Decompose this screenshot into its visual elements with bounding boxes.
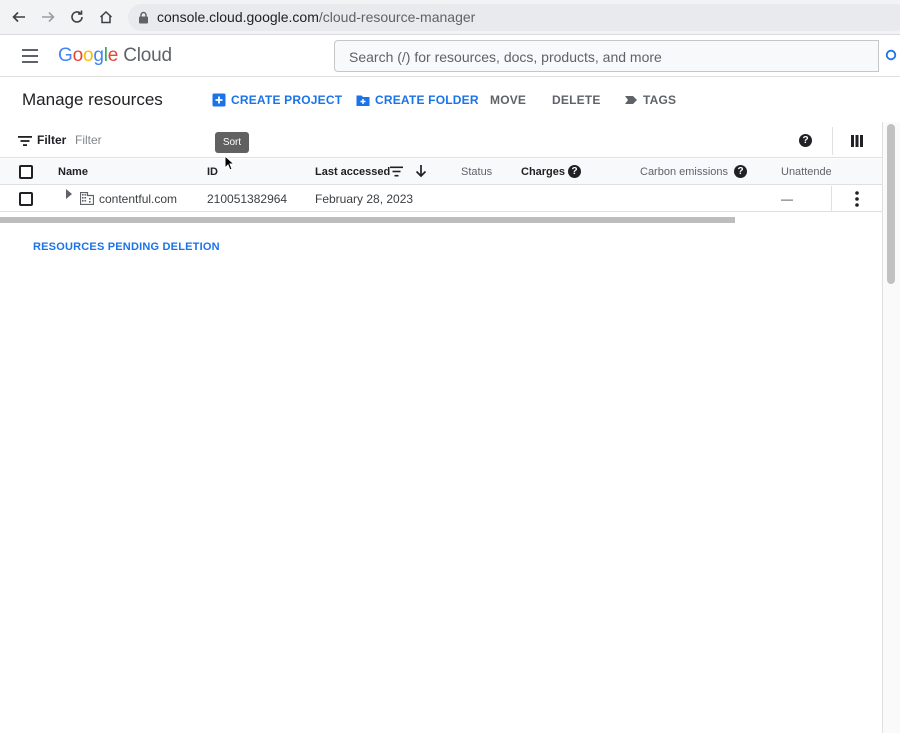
column-carbon-emissions[interactable]: Carbon emissions [640,166,728,178]
row-id: 210051382964 [207,192,288,206]
divider [832,127,833,155]
search-icon [885,49,896,61]
add-box-icon [212,93,226,107]
create-project-button[interactable]: CREATE PROJECT [212,92,342,108]
row-unattended: — [781,192,793,206]
column-unattended[interactable]: Unattende [781,166,831,178]
back-arrow-icon[interactable] [8,6,30,28]
hamburger-menu-icon[interactable] [20,48,40,64]
row-checkbox[interactable] [19,192,33,206]
home-icon[interactable] [95,6,117,28]
carbon-help-icon[interactable]: ? [734,165,747,178]
search-button[interactable] [878,40,900,72]
row-name[interactable]: contentful.com [99,192,177,206]
url-path: /cloud-resource-manager [318,9,476,25]
column-name[interactable]: Name [58,166,88,178]
table-header: Name ID Last accessed Status Charges ? C… [0,159,882,185]
arrow-down-icon[interactable] [415,164,427,178]
row-last-accessed: February 28, 2023 [315,192,414,206]
sort-tooltip: Sort [215,132,249,153]
organization-icon [80,192,94,205]
column-display-icon[interactable] [850,134,864,148]
logo-cloud: Cloud [123,45,172,66]
browser-toolbar: console.cloud.google.com/cloud-resource-… [0,0,900,35]
delete-label: DELETE [552,93,601,107]
help-icon[interactable]: ? [799,134,812,147]
tags-button[interactable]: TAGS [624,92,676,108]
mouse-cursor-icon [224,155,236,171]
row-actions-button[interactable] [831,186,882,212]
logo-letter: e [107,45,119,66]
filter-input[interactable]: Filter [75,133,102,147]
move-button[interactable]: MOVE [490,92,526,108]
tags-label: TAGS [643,93,677,107]
more-vert-icon [855,191,859,207]
filter-label: Filter [37,133,67,147]
create-folder-label: CREATE FOLDER [375,93,479,107]
column-status[interactable]: Status [461,166,492,178]
filter-list-icon[interactable] [18,135,32,147]
address-bar[interactable]: console.cloud.google.com/cloud-resource-… [128,4,900,31]
column-id[interactable]: ID [207,166,218,178]
page-toolbar: Manage resources CREATE PROJECT CREATE F… [0,78,900,122]
expand-arrow-icon[interactable] [65,189,73,199]
reload-icon[interactable] [66,6,88,28]
logo-letter: G [58,45,73,66]
create-folder-button[interactable]: CREATE FOLDER [356,92,479,108]
sort-lines-icon[interactable] [390,166,403,177]
google-cloud-logo[interactable]: Google Cloud [58,45,172,67]
logo-letter: o [82,45,94,66]
tag-icon [625,96,637,104]
charges-help-icon[interactable]: ? [568,165,581,178]
lock-icon [139,11,148,24]
url-host: console.cloud.google.com [157,9,319,25]
logo-letter: g [93,45,104,66]
page-title: Manage resources [22,90,163,109]
delete-button[interactable]: DELETE [552,92,601,108]
filter-bar: Filter Filter ? [0,124,882,158]
column-last-accessed[interactable]: Last accessed [315,166,390,178]
url-text: console.cloud.google.com/cloud-resource-… [157,9,475,25]
console-header: Google Cloud Search (/) for resources, d… [0,36,900,77]
search-placeholder: Search (/) for resources, docs, products… [349,49,662,65]
column-charges[interactable]: Charges [521,166,565,178]
search-input[interactable]: Search (/) for resources, docs, products… [334,40,894,72]
move-label: MOVE [490,93,527,107]
resources-pending-deletion-link[interactable]: RESOURCES PENDING DELETION [33,241,220,253]
horizontal-scrollbar[interactable] [0,217,735,223]
create-project-label: CREATE PROJECT [231,93,343,107]
vertical-scrollbar-thumb[interactable] [887,124,895,284]
table-row[interactable]: contentful.com 210051382964 February 28,… [0,186,882,212]
create-folder-icon [356,95,370,106]
logo-google: Google [58,45,123,66]
forward-arrow-icon[interactable] [37,6,59,28]
logo-letter: o [72,45,84,66]
select-all-checkbox[interactable] [19,165,33,179]
